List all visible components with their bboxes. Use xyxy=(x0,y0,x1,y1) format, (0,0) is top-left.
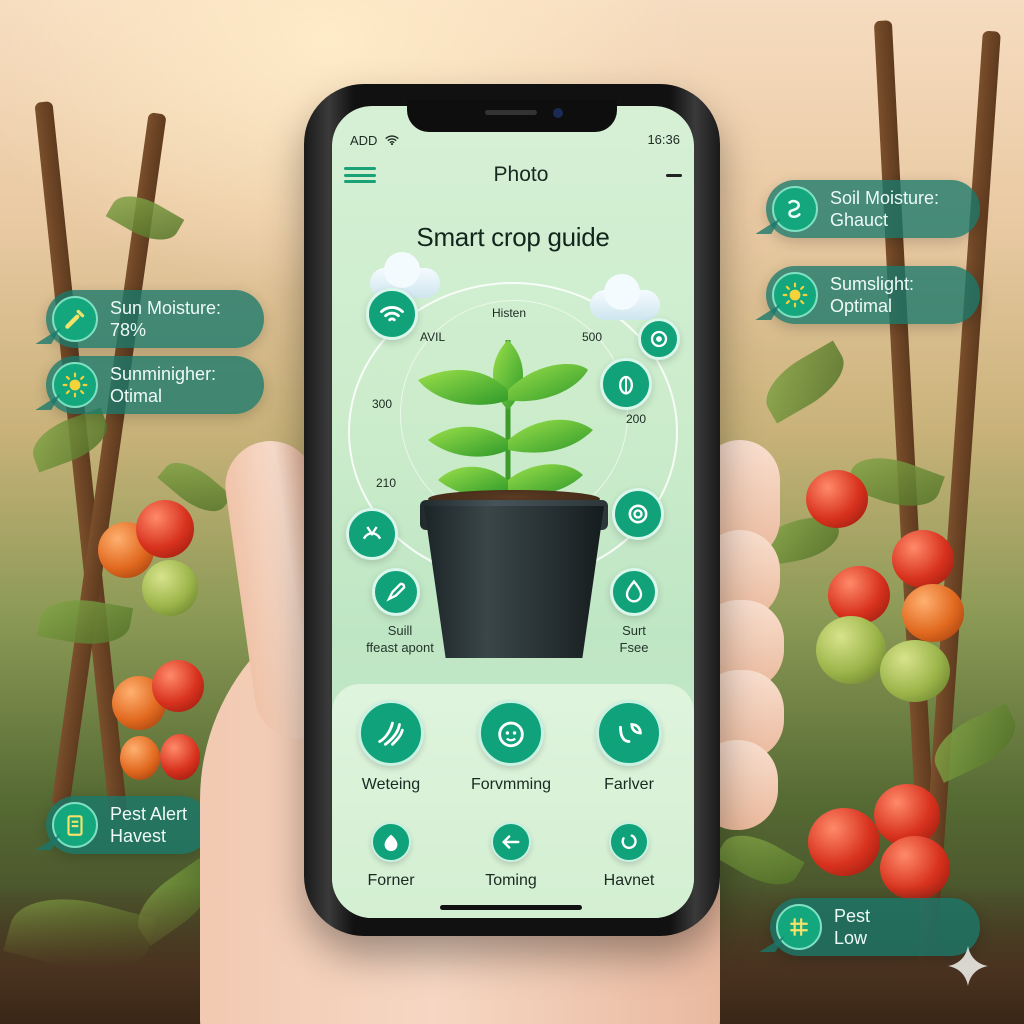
chip-title: Pest xyxy=(834,906,871,926)
sun-icon xyxy=(772,272,818,318)
chip-value: Otimal xyxy=(110,386,163,406)
feature-fertilizer[interactable]: Farlver xyxy=(574,700,684,794)
arrow-icon xyxy=(491,822,531,862)
home-indicator[interactable] xyxy=(440,905,582,910)
water-drop-sensor-button[interactable] xyxy=(610,568,658,616)
tomato xyxy=(152,660,204,712)
tomato xyxy=(808,808,880,876)
minimize-icon[interactable] xyxy=(665,173,682,177)
plant-pot xyxy=(424,506,604,658)
status-time: 16:36 xyxy=(647,132,680,147)
camera-icon xyxy=(650,330,668,348)
swirl-icon xyxy=(772,186,818,232)
chip-title: Sunminigher: xyxy=(110,364,217,384)
feature-label: Toming xyxy=(485,872,537,889)
probe-icon xyxy=(52,296,98,342)
feature-label: Weteing xyxy=(361,776,421,793)
feature-farming[interactable]: Forvmming xyxy=(456,700,566,794)
chip-value: Optimal xyxy=(830,296,893,316)
target-icon xyxy=(628,504,648,524)
tomato xyxy=(142,560,198,616)
cloud-icon xyxy=(590,274,660,320)
feature-label: Forvmming xyxy=(470,776,551,793)
sparkle-icon xyxy=(947,945,989,987)
soil-icon xyxy=(362,526,382,540)
chip-value: Havest xyxy=(110,826,167,846)
bug-icon xyxy=(619,375,633,395)
clipboard-icon xyxy=(52,802,98,848)
feature-harvest[interactable]: Havnet xyxy=(574,822,684,890)
farming-face-icon xyxy=(478,700,544,766)
chip-value: Ghauct xyxy=(830,210,889,230)
phone-notch xyxy=(407,100,617,132)
water-drop-icon xyxy=(625,579,643,603)
wifi-icon xyxy=(385,135,399,146)
carrier-label: ADD xyxy=(350,132,378,148)
chip-value: 78% xyxy=(110,320,147,340)
soil-sensor-button[interactable] xyxy=(346,508,398,560)
leaf xyxy=(755,340,855,424)
tomato xyxy=(816,616,886,684)
leaf xyxy=(36,592,134,652)
sunslight-chip: Sumslight: Optimal xyxy=(766,266,980,324)
status-bar: ADD 16:36 xyxy=(350,132,680,148)
pest-alert-chip: Pest Alert Havest xyxy=(46,796,210,854)
chip-title: Sun Moisture: xyxy=(110,298,222,318)
app-header: Photo xyxy=(344,160,682,190)
guide-title: Smart crop guide xyxy=(416,222,610,252)
tomato xyxy=(160,734,200,780)
menu-icon[interactable] xyxy=(344,164,376,186)
sun-icon xyxy=(52,362,98,408)
target-sensor-button[interactable] xyxy=(612,488,664,540)
tomato xyxy=(892,530,954,588)
tomato xyxy=(828,566,890,624)
tomato xyxy=(902,584,964,642)
camera-sensor-button[interactable] xyxy=(638,318,680,360)
dial-top-label: Histen xyxy=(492,306,527,320)
header-title: Photo xyxy=(493,163,549,186)
feature-watering[interactable]: Weteing xyxy=(336,700,446,794)
dial-label: 300 xyxy=(372,397,393,411)
dial-label: 210 xyxy=(376,476,397,490)
harvest-icon xyxy=(609,822,649,862)
tomato xyxy=(136,500,194,558)
feature-label: Forner xyxy=(367,872,415,889)
tomato xyxy=(806,470,868,528)
watering-icon xyxy=(358,700,424,766)
chip-title: Sumslight: xyxy=(830,274,915,294)
feature-label: Havnet xyxy=(603,872,655,889)
feature-forner[interactable]: Forner xyxy=(336,822,446,890)
wifi-icon xyxy=(380,306,404,322)
tomato xyxy=(880,640,950,702)
feature-toming[interactable]: Toming xyxy=(456,822,566,890)
chip-title: Pest Alert xyxy=(110,804,188,824)
chip-title: Soil Moisture: xyxy=(830,188,940,208)
feature-label: Farlver xyxy=(604,776,654,793)
soil-moisture-chip: Soil Moisture: Ghauct xyxy=(766,180,980,238)
sunminigher-chip: Sunminigher: Otimal xyxy=(46,356,264,414)
dial-label: 200 xyxy=(626,412,647,426)
chip-value: Low xyxy=(834,928,868,948)
fertilizer-icon xyxy=(596,700,662,766)
rocket-icon xyxy=(386,582,406,602)
leaf-drop-icon xyxy=(371,822,411,862)
tomato xyxy=(120,736,160,780)
sun-moisture-chip: Sun Moisture: 78% xyxy=(46,290,264,348)
